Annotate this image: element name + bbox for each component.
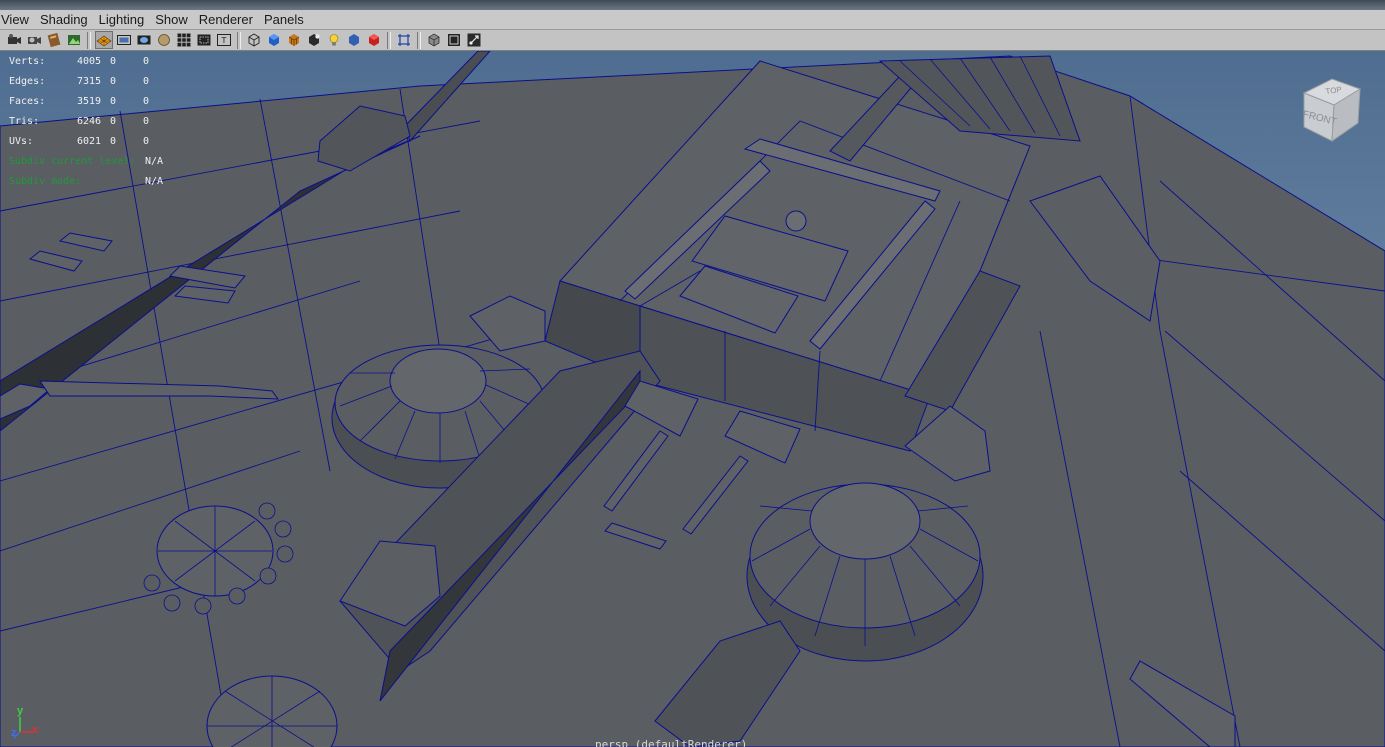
hud-value: 6246: [77, 116, 102, 127]
poly-count-hud: Verts: 4005 0 0 Edges: 7315 0 0 Faces: 3…: [9, 52, 178, 192]
hud-label: UVs:: [9, 136, 34, 147]
grid-icon[interactable]: [95, 31, 113, 49]
hud-value: 0: [110, 76, 117, 87]
toolbar-separator: [387, 31, 391, 49]
hud-label: Subdiv current level:: [9, 156, 136, 167]
panel-menu-bar: View Shading Lighting Show Renderer Pane…: [0, 10, 1385, 30]
hud-row-faces: Faces: 3519 0 0: [9, 92, 178, 112]
hud-value: N/A: [145, 156, 164, 167]
use-all-lights-icon[interactable]: [305, 31, 323, 49]
hud-value: 6021: [77, 136, 102, 147]
viewport-scene[interactable]: [0, 51, 1385, 747]
menu-lighting[interactable]: Lighting: [99, 10, 150, 30]
menu-view[interactable]: View: [0, 10, 34, 30]
axis-x-label: x: [32, 724, 39, 736]
hud-value: N/A: [145, 176, 164, 187]
xray-icon[interactable]: [345, 31, 363, 49]
hud-label: Subdiv mode:: [9, 176, 82, 187]
hud-value: 0: [143, 96, 150, 107]
shadows-icon[interactable]: [325, 31, 343, 49]
hud-label: Verts:: [9, 56, 46, 67]
hud-value: 0: [110, 56, 117, 67]
select-camera-icon[interactable]: [5, 31, 23, 49]
hud-value: 0: [143, 76, 150, 87]
field-chart-icon[interactable]: [175, 31, 193, 49]
film-gate-icon[interactable]: [115, 31, 133, 49]
deck-hatch: [785, 210, 807, 232]
window-title-strip: [0, 0, 1385, 10]
hud-row-edges: Edges: 7315 0 0: [9, 72, 178, 92]
isolate-select-icon[interactable]: [365, 31, 383, 49]
menu-renderer[interactable]: Renderer: [199, 10, 258, 30]
hud-row-verts: Verts: 4005 0 0: [9, 52, 178, 72]
hud-value: 3519: [77, 96, 102, 107]
resize-icon[interactable]: [465, 31, 483, 49]
hud-value: 0: [143, 116, 150, 127]
resolution-gate-icon[interactable]: [135, 31, 153, 49]
view-cube[interactable]: TOP FRONT: [1298, 69, 1368, 145]
bookmarks-icon[interactable]: [45, 31, 63, 49]
smooth-shade-icon[interactable]: [265, 31, 283, 49]
high-quality-icon[interactable]: [425, 31, 443, 49]
hud-value: 0: [110, 96, 117, 107]
toolbar-separator: [417, 31, 421, 49]
hud-label: Tris:: [9, 116, 40, 127]
image-plane-icon[interactable]: [65, 31, 83, 49]
hud-value: 0: [110, 136, 117, 147]
hud-row-subdiv-mode: Subdiv mode: N/A: [9, 172, 178, 192]
axis-gizmo: y z x: [8, 705, 48, 744]
toolbar-separator: [237, 31, 241, 49]
hud-row-subdiv-level: Subdiv current level: N/A: [9, 152, 178, 172]
menu-panels[interactable]: Panels: [264, 10, 309, 30]
frame-selection-icon[interactable]: [395, 31, 413, 49]
toolbar-separator: [87, 31, 91, 49]
textured-icon[interactable]: [285, 31, 303, 49]
hud-value: 0: [110, 116, 117, 127]
camera-name-label: persp (defaultRenderer): [595, 738, 748, 747]
hud-value: 7315: [77, 76, 102, 87]
menu-shading[interactable]: Shading: [40, 10, 93, 30]
safe-action-icon[interactable]: [195, 31, 213, 49]
perspective-viewport[interactable]: Verts: 4005 0 0 Edges: 7315 0 0 Faces: 3…: [0, 51, 1385, 747]
camera-attributes-icon[interactable]: [25, 31, 43, 49]
hud-value: 0: [143, 136, 150, 147]
hud-label: Edges:: [9, 76, 46, 87]
panel-toolbar: T: [0, 30, 1385, 51]
svg-text:T: T: [221, 36, 227, 45]
gate-mask-icon[interactable]: [155, 31, 173, 49]
hud-value: 0: [143, 56, 150, 67]
wireframe-icon[interactable]: [245, 31, 263, 49]
hud-label: Faces:: [9, 96, 46, 107]
hud-value: 4005: [77, 56, 102, 67]
axis-z-label: z: [11, 727, 17, 739]
hud-row-tris: Tris: 6246 0 0: [9, 112, 178, 132]
axis-y-label: y: [17, 705, 24, 717]
menu-show[interactable]: Show: [155, 10, 193, 30]
safe-title-icon[interactable]: T: [215, 31, 233, 49]
backface-icon[interactable]: [445, 31, 463, 49]
hud-row-uvs: UVs: 6021 0 0: [9, 132, 178, 152]
